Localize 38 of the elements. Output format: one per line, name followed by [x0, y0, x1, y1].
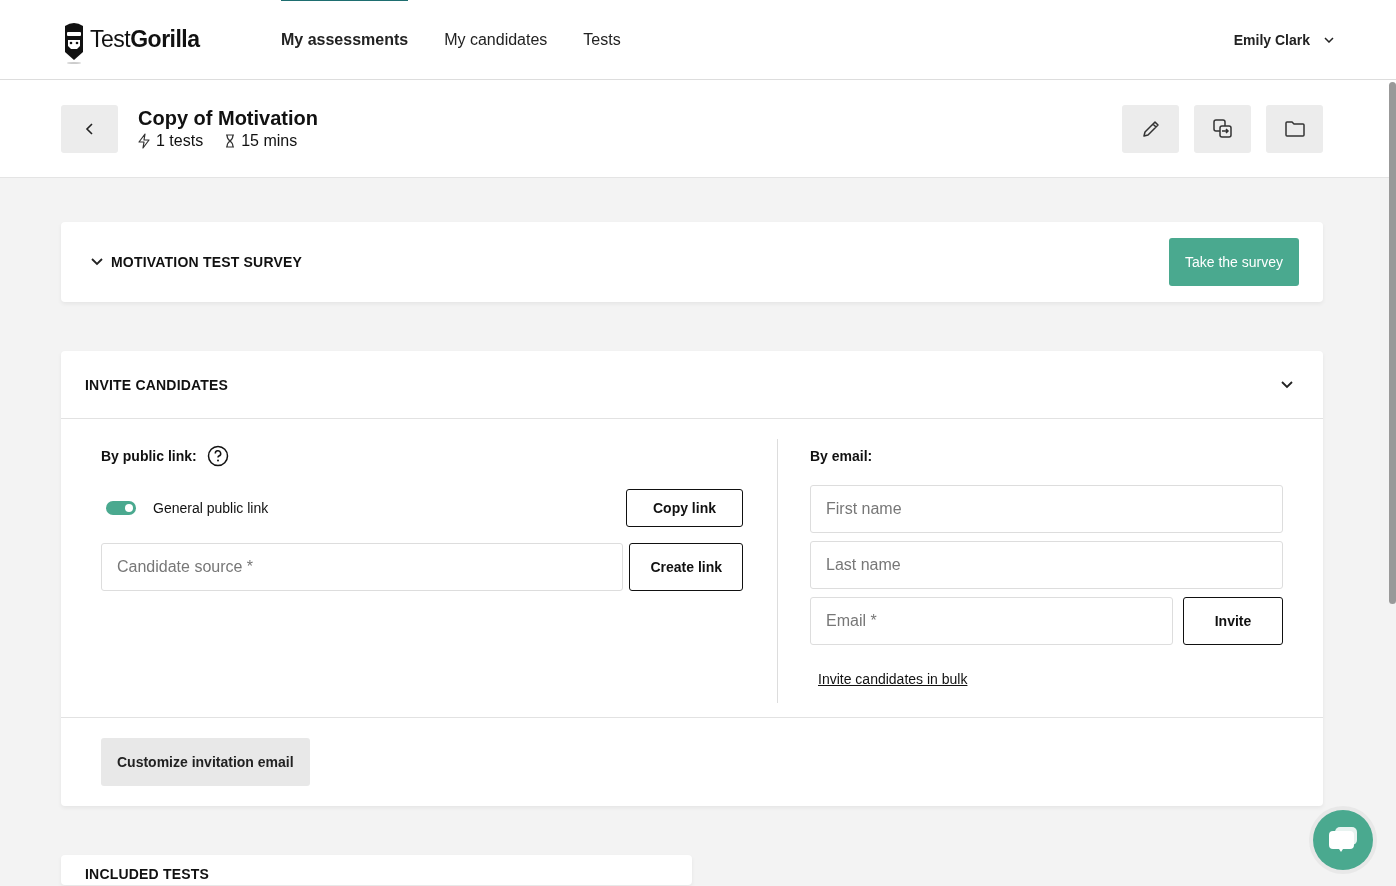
copy-link-button[interactable]: Copy link: [626, 489, 743, 527]
caret-icon: [1324, 36, 1334, 43]
create-link-button[interactable]: Create link: [629, 543, 743, 591]
help-icon[interactable]: [206, 445, 229, 467]
section-label: By email:: [810, 448, 873, 464]
email-field[interactable]: Email *: [810, 597, 1173, 645]
folder-button[interactable]: [1266, 104, 1323, 153]
gorilla-logo-icon: [62, 21, 86, 64]
bulk-invite-link[interactable]: Invite candidates in bulk: [818, 671, 968, 687]
duplicate-button[interactable]: [1194, 104, 1251, 153]
section-title: INCLUDED TESTS: [85, 866, 210, 882]
section-title: MOTIVATION TEST SURVEY: [111, 254, 303, 270]
test-count: 1 tests: [156, 132, 204, 150]
toggle-label: General public link: [153, 500, 269, 516]
first-name-field[interactable]: First name: [810, 485, 1283, 533]
duration: 15 mins: [241, 132, 298, 150]
edit-button[interactable]: [1122, 104, 1179, 153]
invite-button[interactable]: Invite: [1183, 597, 1283, 645]
scrollbar-thumb[interactable]: [1389, 82, 1396, 604]
folder-icon: [1283, 118, 1306, 139]
hourglass-icon: [225, 134, 236, 148]
candidate-source-field[interactable]: Candidate source *: [101, 543, 624, 591]
chat-button[interactable]: [1313, 810, 1373, 870]
duplicate-icon: [1211, 117, 1234, 140]
user-menu[interactable]: Emily Clark: [1233, 31, 1334, 48]
last-name-field[interactable]: Last name: [810, 541, 1283, 589]
section-title: INVITE CANDIDATES: [85, 376, 229, 393]
toggle-switch[interactable]: [106, 501, 136, 515]
nav-tab[interactable]: My candidates: [444, 0, 548, 79]
nav-tab[interactable]: Tests: [583, 0, 621, 79]
chevron-left-icon: [84, 122, 95, 135]
customize-email-button[interactable]: Customize invitation email: [101, 738, 310, 786]
lightning-icon: [138, 133, 150, 149]
section-label: By public link:: [101, 448, 197, 464]
assessment-title: Copy of Motivation: [138, 107, 318, 130]
logo-wordmark[interactable]: TestGorilla: [90, 26, 200, 53]
caret-icon: [1281, 380, 1293, 389]
caret-icon: [91, 258, 103, 266]
